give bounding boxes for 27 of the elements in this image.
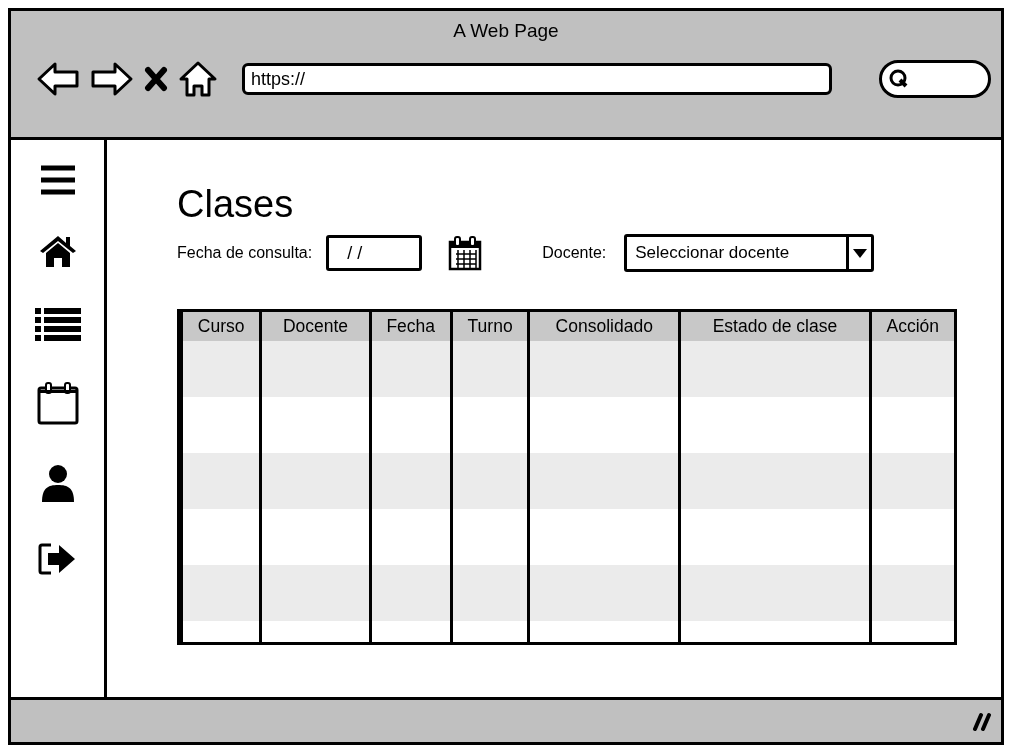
column-header: Fecha bbox=[371, 312, 450, 341]
calendar-icon[interactable] bbox=[448, 235, 483, 271]
page-heading: Clases bbox=[177, 182, 295, 226]
column-header: Estado de clase bbox=[681, 312, 869, 341]
column-header: Turno bbox=[452, 312, 528, 341]
list-icon[interactable] bbox=[34, 306, 81, 342]
close-icon[interactable] bbox=[144, 66, 168, 92]
menu-icon[interactable] bbox=[38, 164, 77, 196]
date-field[interactable]: / / bbox=[326, 235, 423, 271]
column-header: Acción bbox=[871, 312, 954, 341]
column-header: Curso bbox=[183, 312, 260, 341]
date-label: Fecha de consulta: bbox=[177, 244, 313, 262]
column-header: Docente bbox=[262, 312, 369, 341]
teacher-label: Docente: bbox=[542, 244, 607, 262]
window-title: A Web Page bbox=[453, 20, 559, 42]
back-icon[interactable] bbox=[36, 61, 80, 97]
resize-grip-icon[interactable] bbox=[971, 711, 993, 731]
forward-icon[interactable] bbox=[90, 61, 134, 97]
calendar-icon[interactable] bbox=[35, 380, 80, 426]
teacher-dropdown[interactable]: Seleccionar docente bbox=[624, 234, 875, 272]
caret-icon bbox=[853, 248, 868, 258]
column-header: Consolidado bbox=[530, 312, 679, 341]
url-field[interactable]: https:// bbox=[242, 63, 832, 95]
user-icon[interactable] bbox=[39, 464, 76, 504]
search-icon bbox=[888, 68, 910, 90]
search-field[interactable] bbox=[879, 60, 991, 98]
home-icon[interactable] bbox=[178, 60, 218, 98]
